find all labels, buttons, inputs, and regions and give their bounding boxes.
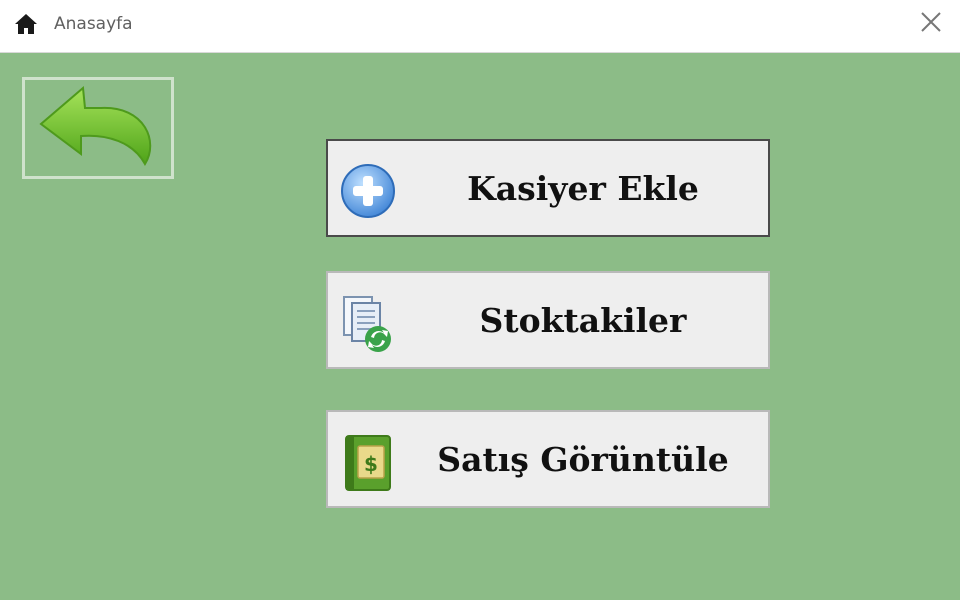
home-icon — [12, 10, 40, 38]
back-button[interactable] — [22, 77, 174, 179]
window-title: Anasayfa — [54, 14, 133, 34]
view-sales-label: Satış Görüntüle — [437, 439, 729, 479]
view-sales-button[interactable]: $ Satış Görüntüle — [326, 410, 770, 508]
stock-items-button[interactable]: Stoktakiler — [326, 271, 770, 369]
add-cashier-button[interactable]: Kasiyer Ekle — [326, 139, 770, 237]
add-cashier-label: Kasiyer Ekle — [467, 168, 699, 208]
close-button[interactable] — [910, 4, 952, 44]
app-window: Anasayfa Kasiyer Ekle Stoktakiler $ Satı… — [0, 0, 960, 600]
stock-items-label: Stoktakiler — [479, 300, 687, 340]
title-bar: Anasayfa — [0, 0, 960, 53]
close-icon — [920, 11, 942, 38]
add-circle-icon — [338, 163, 398, 219]
main-panel: Kasiyer Ekle Stoktakiler $ Satış Görüntü… — [0, 53, 960, 600]
document-refresh-icon — [338, 295, 398, 352]
money-book-icon: $ — [338, 434, 398, 491]
svg-text:$: $ — [364, 452, 378, 476]
